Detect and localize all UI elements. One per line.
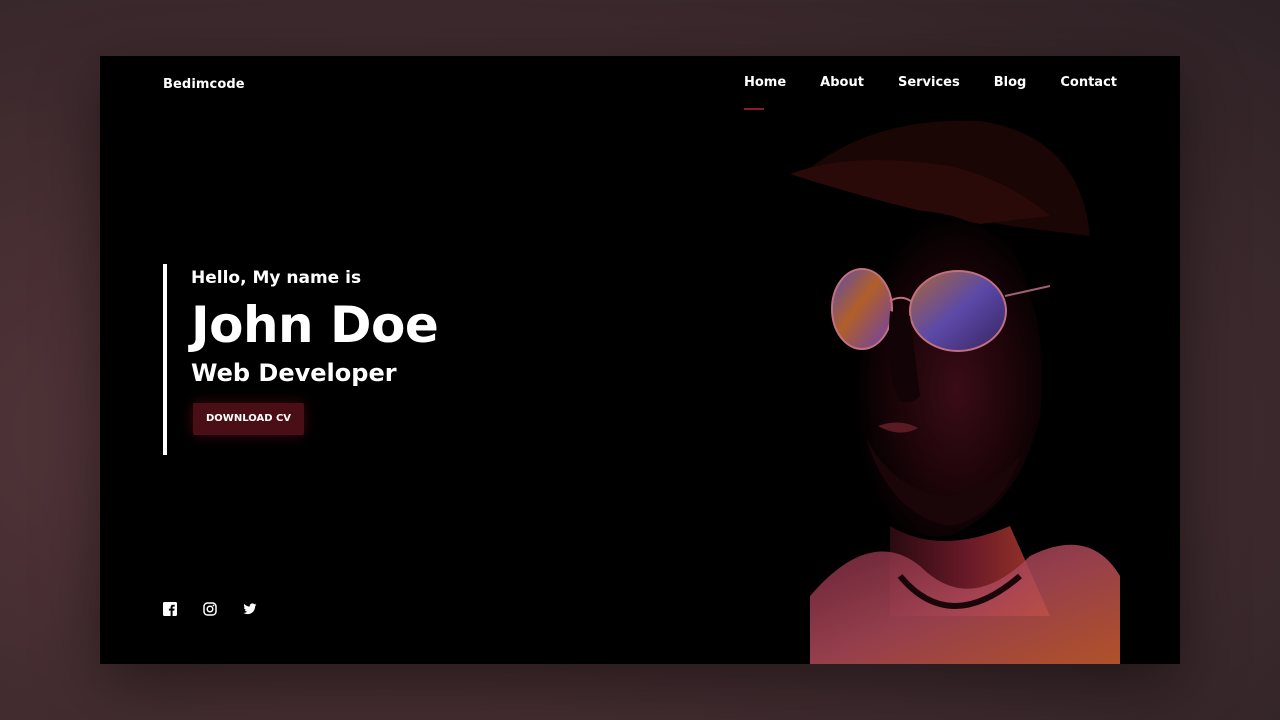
nav-item-blog[interactable]: Blog — [994, 75, 1027, 90]
hero-section: Hello, My name is John Doe Web Developer… — [163, 264, 439, 455]
twitter-icon[interactable] — [243, 602, 257, 616]
main-nav: Home About Services Blog Contact — [743, 75, 1117, 110]
download-cv-button[interactable]: DOWNLOAD CV — [193, 403, 305, 435]
hero-name: John Doe — [191, 296, 439, 354]
hero-profession: Web Developer — [191, 359, 397, 387]
hero-greeting: Hello, My name is — [191, 268, 362, 288]
nav-item-about[interactable]: About — [820, 75, 864, 90]
portfolio-frame: Bedimcode Home About Services Blog Conta… — [100, 56, 1180, 664]
brand-logo[interactable]: Bedimcode — [163, 77, 245, 92]
social-links — [163, 602, 257, 616]
instagram-icon[interactable] — [203, 602, 217, 616]
facebook-icon[interactable] — [163, 602, 177, 616]
hero-portrait-image — [650, 56, 1120, 664]
nav-item-home[interactable]: Home — [743, 75, 786, 110]
nav-item-services[interactable]: Services — [898, 75, 960, 90]
nav-item-contact[interactable]: Contact — [1060, 75, 1117, 90]
